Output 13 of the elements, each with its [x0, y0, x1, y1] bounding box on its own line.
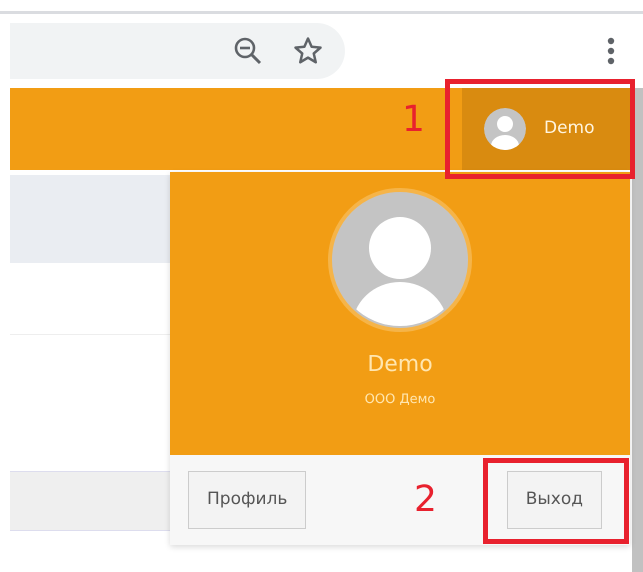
logout-button[interactable]: Выход — [506, 471, 602, 529]
avatar-icon — [328, 188, 472, 332]
scrollbar[interactable] — [632, 88, 643, 572]
avatar-icon — [484, 108, 526, 150]
annotation-number: 2 — [414, 482, 437, 518]
user-name: Demo — [367, 354, 433, 376]
star-icon[interactable] — [293, 36, 323, 66]
menu-icon[interactable] — [607, 37, 615, 65]
address-bar[interactable] — [10, 23, 345, 79]
company-name: ООО Демо — [364, 391, 436, 409]
profile-button[interactable]: Профиль — [188, 471, 306, 529]
annotation-number: 1 — [402, 102, 425, 138]
zoom-out-icon[interactable] — [233, 36, 263, 66]
